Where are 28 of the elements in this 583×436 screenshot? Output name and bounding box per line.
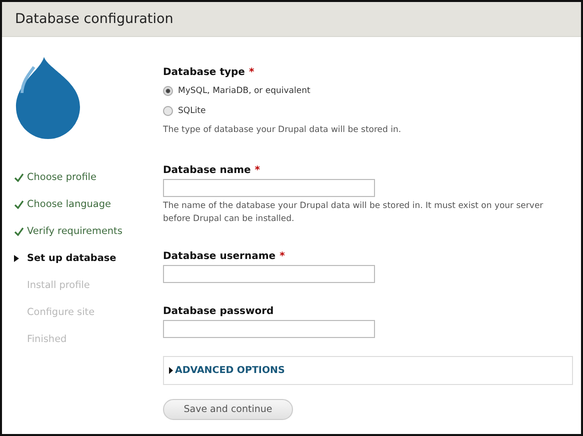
step-item: Choose language xyxy=(27,199,111,210)
step-item: Verify requirements xyxy=(27,226,122,237)
step-item: Choose profile xyxy=(27,172,96,183)
field-description: The name of the database your Drupal data will be stored in. It must exist on your server before Drupal can be installed. xyxy=(163,200,544,226)
radio-label: MySQL, MariaDB, or equivalent xyxy=(178,86,310,96)
window-title: Database configuration xyxy=(15,11,174,27)
step-item: Set up database xyxy=(27,253,116,264)
required-mark: * xyxy=(254,165,260,176)
field-label: Database password xyxy=(163,306,274,317)
drop-logo-icon xyxy=(14,57,82,139)
required-mark: * xyxy=(280,251,285,262)
field-label: Database type xyxy=(163,67,245,78)
input-field[interactable] xyxy=(163,265,375,283)
step-item: Finished xyxy=(27,334,67,345)
radio-label: SQLite xyxy=(178,106,206,116)
step-item: Install profile xyxy=(27,280,90,291)
input-field[interactable] xyxy=(163,179,375,197)
radio-button[interactable] xyxy=(163,106,173,116)
advanced-options-link[interactable]: ADVANCED OPTIONS xyxy=(169,365,285,376)
field-description: The type of database your Drupal data will be stored in. xyxy=(163,124,402,137)
save-button[interactable]: Save and continue xyxy=(163,399,293,420)
field-label: Database username xyxy=(163,251,276,262)
required-mark: * xyxy=(248,67,254,78)
radio-button[interactable] xyxy=(163,86,173,96)
field-label: Database name xyxy=(163,165,251,176)
triangle-icon xyxy=(169,367,173,374)
step-item: Configure site xyxy=(27,307,95,318)
input-field[interactable] xyxy=(163,320,375,338)
